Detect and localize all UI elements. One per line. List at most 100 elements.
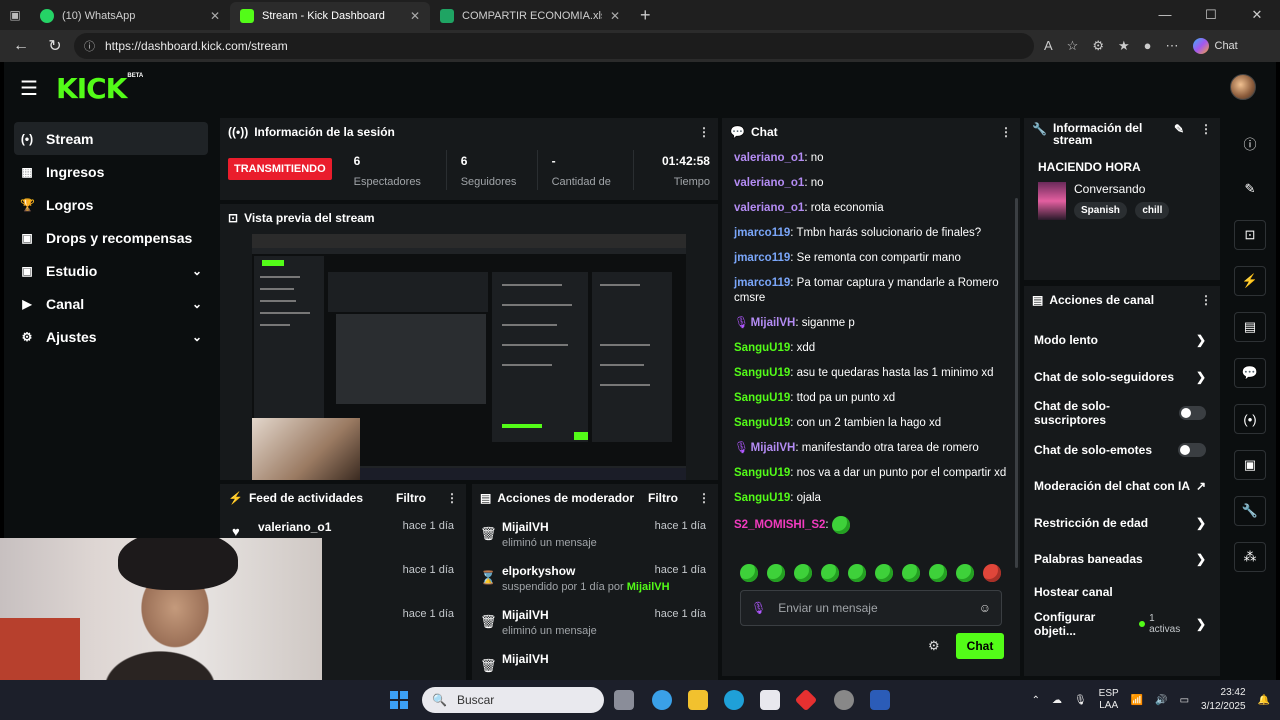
chevron-up-icon[interactable]: ⌃ xyxy=(1032,695,1040,706)
emote-icon[interactable] xyxy=(875,564,893,582)
battery-icon[interactable]: ▭ xyxy=(1180,695,1189,706)
sidebar-item-drops[interactable]: ▣ Drops y recompensas xyxy=(14,221,208,254)
emote-icon[interactable] xyxy=(902,564,920,582)
more-options-icon[interactable]: ⋮ xyxy=(1200,293,1212,307)
chat-username[interactable]: jmarco119 xyxy=(734,252,790,264)
apps-icon[interactable]: ⁂ xyxy=(1234,542,1266,572)
info-icon[interactable]: ⓘ xyxy=(1234,128,1266,158)
edit-pencil-icon[interactable]: ✎ xyxy=(1234,174,1266,204)
new-tab-button[interactable]: + xyxy=(630,5,661,26)
more-icon[interactable]: ⋯ xyxy=(1166,38,1179,54)
menu-icon[interactable]: ☰ xyxy=(20,76,40,101)
emote-icon[interactable] xyxy=(740,564,758,582)
scrollbar[interactable] xyxy=(1015,198,1018,568)
favorites-icon[interactable]: ★ xyxy=(1118,38,1130,54)
reload-button[interactable]: ↻ xyxy=(40,32,70,60)
volume-icon[interactable]: 🔊 xyxy=(1155,695,1167,706)
subscribers-only-toggle[interactable] xyxy=(1178,406,1206,421)
mod-user[interactable]: MijailVH xyxy=(502,644,706,666)
maximize-button[interactable]: ☐ xyxy=(1188,7,1234,23)
wifi-icon[interactable]: 📶 xyxy=(1131,695,1143,706)
emoji-icon[interactable]: ☺ xyxy=(979,601,991,615)
copilot-button[interactable]: Chat xyxy=(1192,38,1238,54)
chat-username[interactable]: valeriano_o1 xyxy=(734,177,804,189)
edit-pencil-icon[interactable]: ✎ xyxy=(1174,122,1184,136)
chat-username[interactable]: SanguU19 xyxy=(734,342,790,354)
channel-action-restriccion-edad[interactable]: Restricción de edad ❯ xyxy=(1024,505,1220,542)
chat-username[interactable]: SanguU19 xyxy=(734,417,790,429)
channel-action-palabras-baneadas[interactable]: Palabras baneadas ❯ xyxy=(1024,541,1220,578)
chat-username[interactable]: jmarco119 xyxy=(734,227,790,239)
sidebar-item-ajustes[interactable]: ⚙ Ajustes ⌄ xyxy=(14,320,208,353)
edge-icon[interactable] xyxy=(724,690,744,710)
chat-username[interactable]: SanguU19 xyxy=(734,492,790,504)
emote-icon[interactable] xyxy=(767,564,785,582)
chat-settings-gear-icon[interactable]: ⚙ xyxy=(928,638,940,654)
lightning-icon[interactable]: ⚡ xyxy=(1234,266,1266,296)
app-red-icon[interactable] xyxy=(794,688,818,712)
tab-whatsapp[interactable]: (10) WhatsApp ✕ xyxy=(30,2,230,30)
window-menu-icon[interactable]: ▣ xyxy=(0,0,30,30)
cloud-icon[interactable]: ☁ xyxy=(1052,695,1062,706)
wrench-icon[interactable]: 🔧 xyxy=(1234,496,1266,526)
chat-username[interactable]: S2_MOMISHI_S2 xyxy=(734,519,825,531)
clock[interactable]: 23:42 3/12/2025 xyxy=(1201,686,1246,714)
tab-kick-dashboard[interactable]: Stream - Kick Dashboard ✕ xyxy=(230,2,430,30)
filter-button[interactable]: Filtro xyxy=(396,491,426,505)
emote-icon[interactable] xyxy=(956,564,974,582)
chat-username[interactable]: SanguU19 xyxy=(734,392,790,404)
broadcast-icon[interactable]: (•) xyxy=(1234,404,1266,434)
category-thumbnail[interactable] xyxy=(1038,182,1066,220)
app-steam-icon[interactable] xyxy=(834,690,854,710)
category-name[interactable]: Conversando xyxy=(1074,182,1173,196)
store-icon[interactable] xyxy=(760,690,780,710)
microphone-icon[interactable]: 🎙 xyxy=(1074,695,1087,706)
read-aloud-icon[interactable]: A xyxy=(1044,38,1053,54)
file-explorer-icon[interactable] xyxy=(688,690,708,710)
channel-action-solo-seguidores[interactable]: Chat de solo-seguidores ❯ xyxy=(1024,359,1220,396)
chat-username[interactable]: SanguU19 xyxy=(734,367,790,379)
channel-action-modo-lento[interactable]: Modo lento ❯ xyxy=(1024,322,1220,359)
favorite-star-icon[interactable]: ☆ xyxy=(1067,38,1079,54)
sidebar-item-estudio[interactable]: ▣ Estudio ⌄ xyxy=(14,254,208,287)
chat-username[interactable]: jmarco119 xyxy=(734,277,790,289)
avatar[interactable] xyxy=(1230,74,1256,100)
close-icon[interactable]: ✕ xyxy=(210,9,220,23)
chat-input[interactable]: 🎙 Enviar un mensaje ☺ xyxy=(740,590,1002,626)
close-icon[interactable]: ✕ xyxy=(610,9,620,23)
chat-bubble-icon[interactable]: 💬 xyxy=(1234,358,1266,388)
channel-action-objetivos[interactable]: Configurar objeti... 1 activas ❯ xyxy=(1024,606,1220,643)
kick-logo[interactable]: KICK xyxy=(56,72,127,105)
list-icon[interactable]: ▤ xyxy=(1234,312,1266,342)
more-options-icon[interactable]: ⋮ xyxy=(698,491,710,505)
minimize-button[interactable]: — xyxy=(1142,7,1188,23)
send-chat-button[interactable]: Chat xyxy=(956,633,1004,659)
profile-icon[interactable]: ● xyxy=(1144,38,1152,54)
sidebar-item-canal[interactable]: ▶ Canal ⌄ xyxy=(14,287,208,320)
channel-icon[interactable]: ▣ xyxy=(1234,450,1266,480)
chat-username[interactable]: SanguU19 xyxy=(734,467,790,479)
stream-preview-video[interactable] xyxy=(252,234,686,480)
taskbar-search[interactable]: 🔍 Buscar xyxy=(422,687,604,713)
emote-icon[interactable] xyxy=(848,564,866,582)
sidebar-item-stream[interactable]: (•) Stream xyxy=(14,122,208,155)
channel-action-moderacion-ia[interactable]: Moderación del chat con IA ↗ xyxy=(1024,468,1220,505)
widgets-icon[interactable] xyxy=(652,690,672,710)
language-indicator[interactable]: ESP LAA xyxy=(1099,688,1119,712)
emote-icon[interactable] xyxy=(821,564,839,582)
channel-action-hostear[interactable]: Hostear canal xyxy=(1024,578,1220,606)
more-options-icon[interactable]: ⋮ xyxy=(1200,122,1212,136)
more-options-icon[interactable]: ⋮ xyxy=(698,125,710,139)
filter-button[interactable]: Filtro xyxy=(648,491,678,505)
address-bar[interactable]: ⓘ https://dashboard.kick.com/stream xyxy=(74,33,1034,59)
close-icon[interactable]: ✕ xyxy=(410,9,420,23)
task-view-icon[interactable] xyxy=(614,690,634,710)
chat-username[interactable]: MijailVH xyxy=(751,317,796,329)
emotes-only-toggle[interactable] xyxy=(1178,442,1206,457)
site-info-icon[interactable]: ⓘ xyxy=(84,38,95,54)
emote-icon[interactable] xyxy=(794,564,812,582)
preview-icon[interactable]: ⊡ xyxy=(1234,220,1266,250)
emote-icon[interactable] xyxy=(983,564,1001,582)
more-options-icon[interactable]: ⋮ xyxy=(1000,125,1012,139)
tab-excel[interactable]: COMPARTIR ECONOMIA.xlsx - Ho ✕ xyxy=(430,2,630,30)
